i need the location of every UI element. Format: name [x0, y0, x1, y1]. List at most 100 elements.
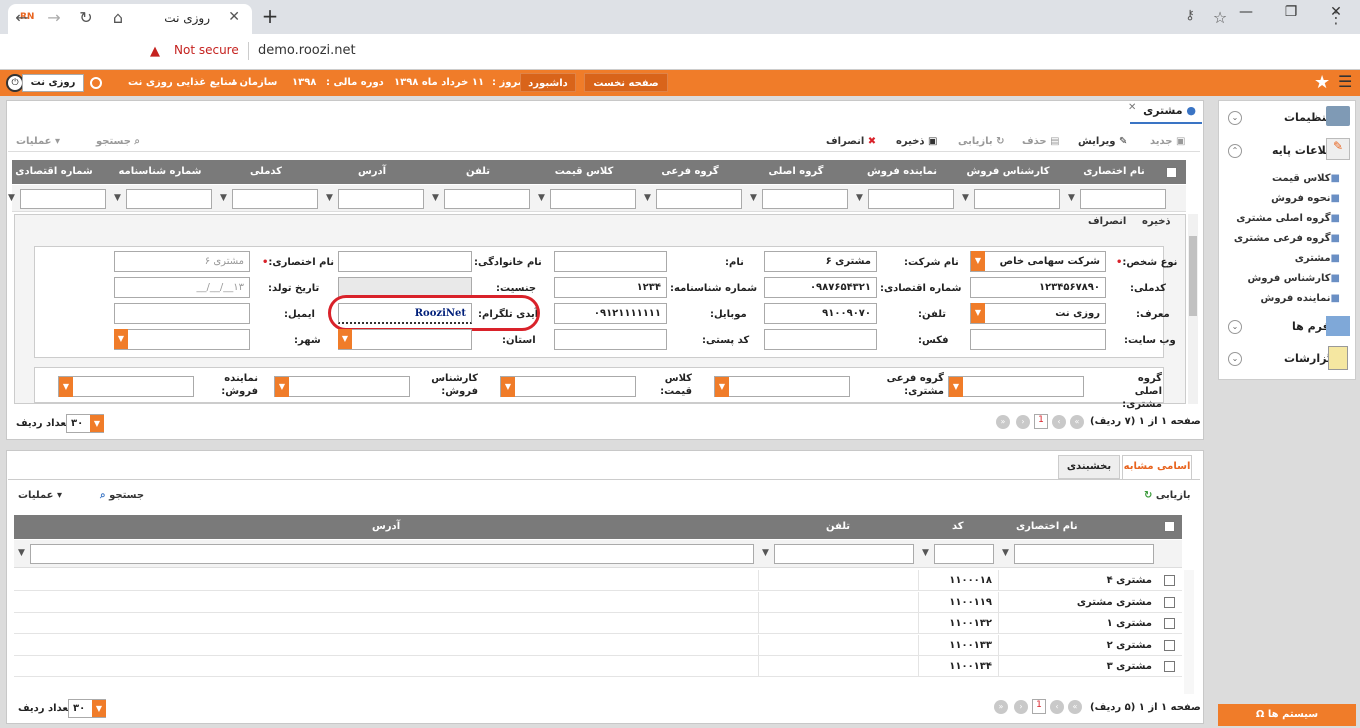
national-id-input[interactable]: ۱۲۳۴۵۶۷۸۹۰ — [970, 277, 1106, 298]
grid-filter-input[interactable] — [338, 189, 424, 209]
last-page-icon[interactable]: » — [996, 415, 1010, 429]
prev-page-icon[interactable]: ‹ — [1050, 700, 1064, 714]
select-all-checkbox[interactable] — [1166, 167, 1177, 178]
refresh-button[interactable]: ↻ بازیابی — [958, 136, 1005, 147]
filter-address-input[interactable] — [30, 544, 754, 564]
systems-button[interactable]: سیستم ها Ω — [1218, 704, 1356, 726]
star-icon[interactable]: ☆ — [1210, 8, 1230, 27]
edit-button[interactable]: ✎ ویرایش — [1078, 136, 1127, 147]
chevron-down-icon[interactable]: ▼ — [275, 377, 289, 397]
phone-input[interactable]: ۹۱۰۰۹۰۷۰ — [764, 303, 877, 324]
first-page-icon[interactable]: « — [1068, 700, 1082, 714]
first-page-icon[interactable]: « — [1070, 415, 1084, 429]
table-row[interactable] — [14, 591, 1182, 613]
postal-code-input[interactable] — [554, 329, 667, 350]
minimize-icon[interactable]: — — [1226, 4, 1266, 20]
birth-cert-input[interactable]: ۱۲۳۴ — [554, 277, 667, 298]
reload-icon[interactable]: ↻ — [76, 8, 96, 27]
filter-icon[interactable]: ▼ — [750, 193, 757, 203]
grid-filter-input[interactable] — [126, 189, 212, 209]
grid-filter-input[interactable] — [656, 189, 742, 209]
grid-filter-input[interactable] — [1080, 189, 1166, 209]
chevron-down-icon[interactable]: ▼ — [501, 377, 515, 397]
forward-icon[interactable]: → — [44, 8, 64, 27]
filter-icon[interactable]: ▼ — [962, 193, 969, 203]
chevron-down-icon[interactable]: ▼ — [114, 329, 128, 349]
current-page[interactable]: 1 — [1032, 699, 1046, 714]
table-row[interactable] — [14, 613, 1182, 634]
row-checkbox[interactable] — [1164, 618, 1175, 629]
close-tab-icon[interactable]: ✕ — [1128, 102, 1136, 113]
form-cancel-button[interactable]: انصراف — [1088, 216, 1126, 227]
grid-col-header[interactable]: گروه فرعی — [638, 166, 742, 177]
maximize-icon[interactable]: ❐ — [1271, 4, 1311, 20]
main-group-select[interactable] — [948, 376, 1084, 397]
chevron-down-icon[interactable]: ▼ — [90, 415, 104, 432]
prev-page-icon[interactable]: ‹ — [1052, 415, 1066, 429]
mobile-input[interactable]: ۰۹۱۲۱۱۱۱۱۱۱ — [554, 303, 667, 324]
grid-col-header[interactable]: گروه اصلی — [744, 166, 848, 177]
filter-icon[interactable]: ▼ — [432, 193, 439, 203]
filter-icon[interactable]: ▼ — [856, 193, 863, 203]
chevron-up-icon[interactable]: ⌃ — [1228, 144, 1242, 158]
grid-col-header[interactable]: آدرس — [320, 166, 424, 177]
row-checkbox[interactable] — [1164, 639, 1175, 651]
sidebar-item[interactable]: ■مشتری — [1295, 253, 1340, 264]
new-tab-button[interactable]: + — [258, 6, 282, 28]
filter-phone-input[interactable] — [774, 544, 914, 564]
sidebar-reports[interactable]: گزارشات — [1284, 352, 1333, 365]
birth-date-input[interactable]: ۱۳__/__/__ — [114, 277, 250, 298]
grid-col-header[interactable]: کلاس قیمت — [532, 166, 636, 177]
filter-icon[interactable]: ▼ — [1002, 548, 1009, 558]
economic-no-input[interactable]: ۰۹۸۷۶۵۴۳۲۱ — [764, 277, 877, 298]
sidebar-forms[interactable]: فرم ها — [1292, 320, 1330, 333]
province-select[interactable] — [338, 329, 472, 350]
dashboard-button[interactable]: داشبورد — [520, 73, 576, 92]
next-page-icon[interactable]: › — [1014, 700, 1028, 714]
delete-button[interactable]: ▤ حذف — [1022, 136, 1060, 147]
close-icon[interactable]: ✕ — [228, 9, 240, 25]
grid-filter-input[interactable] — [868, 189, 954, 209]
last-name-input[interactable] — [338, 251, 472, 272]
filter-icon[interactable]: ▼ — [922, 548, 929, 558]
sidebar-item[interactable]: ■گروه فرعی مشتری — [1234, 233, 1340, 244]
row-checkbox[interactable] — [1164, 661, 1175, 672]
chevron-down-icon[interactable]: ▼ — [715, 377, 729, 397]
bottom-actions-button[interactable]: ▾ عملیات — [18, 490, 62, 501]
home-button[interactable]: صفحه نخست — [584, 73, 668, 92]
grid-filter-input[interactable] — [974, 189, 1060, 209]
filter-icon[interactable]: ▼ — [114, 193, 121, 203]
filter-icon[interactable]: ▼ — [644, 193, 651, 203]
sales-expert-select[interactable] — [274, 376, 410, 397]
bottom-search-button[interactable]: جستجو ⌕ — [100, 490, 144, 501]
sidebar-item[interactable]: ■نحوه فروش — [1271, 193, 1340, 204]
filter-icon[interactable]: ▼ — [220, 193, 227, 203]
chevron-down-icon[interactable]: ▼ — [949, 377, 963, 397]
filter-name-input[interactable] — [1014, 544, 1154, 564]
grid-col-header[interactable]: شماره شناسنامه — [108, 166, 212, 177]
first-name-input[interactable] — [554, 251, 667, 272]
scrollbar-thumb[interactable] — [1189, 236, 1197, 316]
url-input[interactable]: demo.roozi.net — [258, 43, 356, 58]
key-icon[interactable]: ⚷ — [1180, 8, 1200, 23]
filter-icon[interactable]: ▼ — [8, 193, 15, 203]
fax-input[interactable] — [764, 329, 877, 350]
filter-icon[interactable]: ▼ — [538, 193, 545, 203]
grid-filter-input[interactable] — [550, 189, 636, 209]
search-button[interactable]: ⌕ جستجو — [96, 136, 140, 147]
sidebar-item[interactable]: ■نماینده فروش — [1261, 293, 1340, 304]
next-page-icon[interactable]: › — [1016, 415, 1030, 429]
sub-group-select[interactable] — [714, 376, 850, 397]
website-input[interactable] — [970, 329, 1106, 350]
grid-filter-input[interactable] — [762, 189, 848, 209]
bottom-refresh-button[interactable]: بازیابی ↻ — [1144, 490, 1191, 501]
chevron-down-icon[interactable]: ⌄ — [1228, 320, 1242, 334]
grid-col-header[interactable]: شماره اقتصادی — [2, 166, 106, 177]
price-class-select[interactable] — [500, 376, 636, 397]
security-status[interactable]: Not secure — [174, 43, 239, 57]
sidebar-item[interactable]: ■کارشناس فروش — [1247, 273, 1340, 284]
row-checkbox[interactable] — [1164, 575, 1175, 586]
chevron-down-icon[interactable]: ⌄ — [1228, 111, 1242, 125]
filter-code-input[interactable] — [934, 544, 994, 564]
chevron-down-icon[interactable]: ▼ — [338, 329, 352, 349]
